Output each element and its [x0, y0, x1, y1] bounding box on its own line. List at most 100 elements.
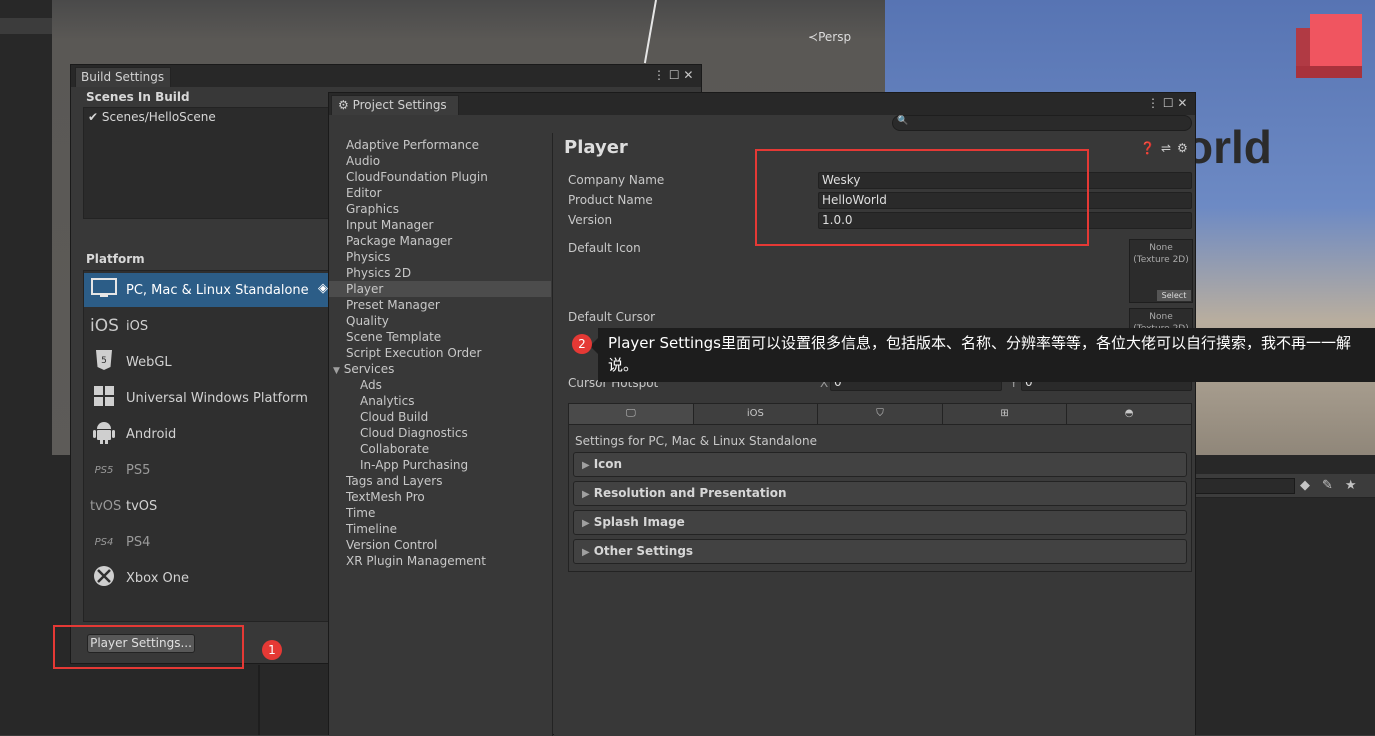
- panel-divider: [258, 665, 260, 735]
- platform-item-ps5[interactable]: PS5 PS5: [84, 453, 330, 487]
- persp-label[interactable]: ≺Persp: [808, 30, 851, 44]
- expand-triangle-icon[interactable]: ▼: [333, 366, 340, 376]
- presets-icon[interactable]: ⇌: [1161, 141, 1177, 155]
- tab-standalone[interactable]: 🖵: [569, 404, 694, 424]
- foldout-other-settings[interactable]: ▶ Other Settings: [573, 539, 1187, 564]
- sidebar-item-editor[interactable]: Editor: [329, 185, 551, 201]
- sidebar-item-audio[interactable]: Audio: [329, 153, 551, 169]
- platform-item-webgl[interactable]: 5 WebGL: [84, 345, 330, 379]
- page-title: Player: [564, 137, 628, 158]
- sidebar-item-analytics[interactable]: Analytics: [329, 393, 551, 409]
- sidebar-item-xr-plugin-management[interactable]: XR Plugin Management: [329, 553, 551, 569]
- left-panel-strip: [0, 0, 52, 735]
- default-icon-slot[interactable]: None (Texture 2D) Select: [1129, 239, 1193, 303]
- foldout-arrow-icon: ▶: [582, 489, 590, 500]
- settings-sidebar: Adaptive Performance Audio CloudFoundati…: [329, 133, 553, 736]
- foldout-arrow-icon: ▶: [582, 460, 590, 471]
- project-window-controls[interactable]: ⋮ ☐ ✕: [1147, 96, 1187, 110]
- build-settings-tab[interactable]: Build Settings: [75, 67, 171, 87]
- sidebar-item-cloudfoundation[interactable]: CloudFoundation Plugin: [329, 169, 551, 185]
- cube-bottom: [1296, 66, 1362, 78]
- sidebar-item-cloud-build[interactable]: Cloud Build: [329, 409, 551, 425]
- sidebar-item-script-execution-order[interactable]: Script Execution Order: [329, 345, 551, 361]
- sidebar-item-graphics[interactable]: Graphics: [329, 201, 551, 217]
- sidebar-item-adaptive-performance[interactable]: Adaptive Performance: [329, 137, 551, 153]
- scenes-in-build-title: Scenes In Build: [86, 90, 190, 104]
- sidebar-item-package-manager[interactable]: Package Manager: [329, 233, 551, 249]
- platform-item-tvos[interactable]: tvOS tvOS: [84, 489, 330, 523]
- monitor-icon: [90, 277, 118, 303]
- tvos-icon: tvOS: [90, 498, 122, 514]
- ios-icon: iOS: [90, 316, 119, 336]
- xbox-icon: [90, 565, 118, 591]
- scenes-list[interactable]: ✔ Scenes/HelloScene: [83, 107, 343, 219]
- annotation-tooltip: Player Settings里面可以设置很多信息，包括版本、名称、分辨率等等，…: [598, 328, 1375, 382]
- platform-item-xbox[interactable]: Xbox One: [84, 561, 330, 595]
- sidebar-item-scene-template[interactable]: Scene Template: [329, 329, 551, 345]
- sidebar-item-tags-and-layers[interactable]: Tags and Layers: [329, 473, 551, 489]
- sidebar-item-timeline[interactable]: Timeline: [329, 521, 551, 537]
- sidebar-item-ads[interactable]: Ads: [329, 377, 551, 393]
- build-window-controls[interactable]: ⋮ ☐ ✕: [653, 68, 693, 82]
- platform-item-uwp[interactable]: Universal Windows Platform: [84, 381, 330, 415]
- annotation-box-1: [53, 625, 244, 669]
- platform-item-ps4[interactable]: PS4 PS4: [84, 525, 330, 559]
- sidebar-item-time[interactable]: Time: [329, 505, 551, 521]
- android-icon: [90, 420, 118, 448]
- sidebar-item-version-control[interactable]: Version Control: [329, 537, 551, 553]
- foldout-resolution[interactable]: ▶ Resolution and Presentation: [573, 481, 1187, 506]
- sidebar-item-in-app-purchasing[interactable]: In-App Purchasing: [329, 457, 551, 473]
- tab-android[interactable]: ◓: [1067, 404, 1191, 424]
- search-icon: 🔍: [897, 116, 909, 126]
- foldout-arrow-icon: ▶: [582, 547, 590, 558]
- scene-list-item[interactable]: ✔ Scenes/HelloScene: [88, 110, 216, 124]
- monitor-icon: 🖵: [625, 408, 636, 419]
- product-name-label: Product Name: [568, 193, 653, 207]
- sidebar-item-services[interactable]: ▼ Services: [329, 361, 551, 377]
- default-cursor-label: Default Cursor: [568, 310, 656, 324]
- html5-icon: 5: [90, 349, 118, 375]
- sidebar-item-textmesh-pro[interactable]: TextMesh Pro: [329, 489, 551, 505]
- sidebar-item-player[interactable]: Player: [329, 281, 551, 297]
- settings-search-input[interactable]: 🔍: [892, 115, 1192, 131]
- gear-icon: ⚙: [338, 98, 349, 112]
- svg-text:5: 5: [101, 356, 107, 366]
- inspector-search-input[interactable]: [1195, 478, 1295, 494]
- foldout-splash-image[interactable]: ▶ Splash Image: [573, 510, 1187, 535]
- platform-list[interactable]: PC, Mac & Linux Standalone ◈ iOS iOS 5 W…: [83, 270, 338, 622]
- ps4-icon: PS4: [94, 536, 114, 548]
- annotation-box-2: [755, 149, 1089, 246]
- build-settings-tabbar: Build Settings ⋮ ☐ ✕: [71, 65, 701, 87]
- foldout-arrow-icon: ▶: [582, 518, 590, 529]
- platform-title: Platform: [86, 252, 145, 266]
- foldout-icon[interactable]: ▶ Icon: [573, 452, 1187, 477]
- annotation-badge-1: 1: [262, 640, 282, 660]
- inspector-toolbar-icons[interactable]: ◆✎★: [1300, 478, 1369, 493]
- tab-uwp[interactable]: ⊞: [943, 404, 1068, 424]
- default-icon-select-button[interactable]: Select: [1157, 290, 1191, 301]
- platform-item-android[interactable]: Android: [84, 417, 330, 451]
- sidebar-item-collaborate[interactable]: Collaborate: [329, 441, 551, 457]
- platform-item-ios[interactable]: iOS iOS: [84, 309, 330, 343]
- platform-item-standalone[interactable]: PC, Mac & Linux Standalone ◈: [84, 273, 330, 307]
- help-icon[interactable]: ❓: [1140, 141, 1161, 155]
- windows-icon: ⊞: [1000, 408, 1009, 419]
- project-settings-tabbar: ⚙ Project Settings ⋮ ☐ ✕: [329, 93, 1195, 115]
- ps5-icon: PS5: [94, 464, 114, 476]
- project-settings-tab[interactable]: ⚙ Project Settings: [331, 95, 459, 115]
- sidebar-item-preset-manager[interactable]: Preset Manager: [329, 297, 551, 313]
- tab-ios[interactable]: iOS: [694, 404, 819, 424]
- sidebar-item-cloud-diagnostics[interactable]: Cloud Diagnostics: [329, 425, 551, 441]
- platform-tabs: 🖵 iOS ⛉ ⊞ ◓: [568, 403, 1192, 425]
- sidebar-item-input-manager[interactable]: Input Manager: [329, 217, 551, 233]
- gear-icon[interactable]: ⚙: [1177, 141, 1194, 155]
- sidebar-item-physics-2d[interactable]: Physics 2D: [329, 265, 551, 281]
- android-icon: ◓: [1124, 408, 1134, 419]
- sidebar-item-physics[interactable]: Physics: [329, 249, 551, 265]
- default-icon-label: Default Icon: [568, 241, 641, 255]
- sidebar-item-quality[interactable]: Quality: [329, 313, 551, 329]
- header-icons[interactable]: ❓⇌⚙: [1140, 141, 1194, 155]
- html5-icon: ⛉: [876, 408, 884, 419]
- tab-webgl[interactable]: ⛉: [818, 404, 943, 424]
- game-3d-text: orld: [1185, 121, 1272, 173]
